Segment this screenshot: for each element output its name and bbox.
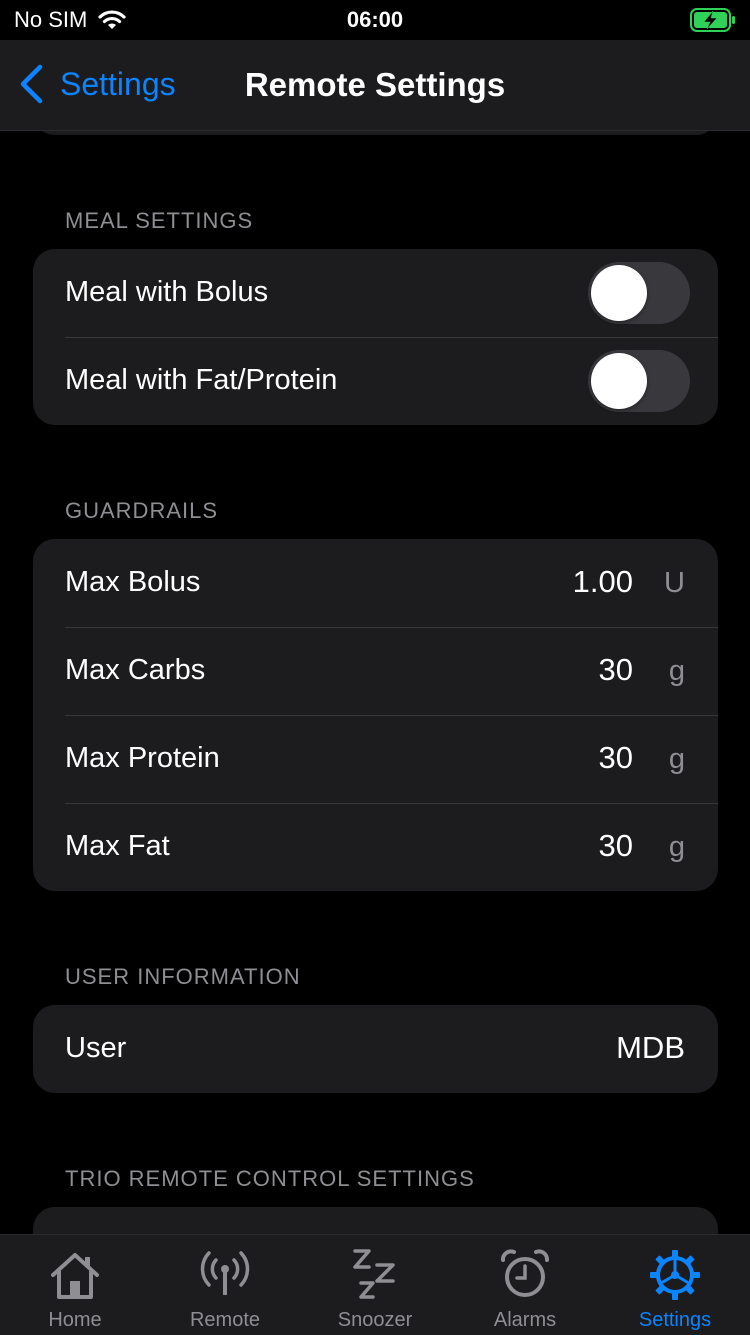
tab-remote[interactable]: Remote <box>150 1235 300 1335</box>
max-carbs-number: 30 <box>598 652 633 687</box>
user-label: User <box>65 1032 127 1064</box>
max-fat-unit: g <box>668 831 685 863</box>
previous-section-card <box>33 131 718 135</box>
meal-with-bolus-toggle[interactable] <box>588 262 690 324</box>
tab-alarms-label: Alarms <box>493 1309 557 1331</box>
meal-with-bolus-label: Meal with Bolus <box>65 276 269 308</box>
antenna-icon <box>200 1251 250 1295</box>
max-carbs-label: Max Carbs <box>65 654 206 686</box>
tab-snoozer[interactable]: Snoozer <box>300 1235 450 1335</box>
max-carbs-row[interactable]: Max Carbs 30 g <box>33 627 718 715</box>
max-protein-unit: g <box>668 743 685 775</box>
trio-settings-card <box>33 1207 718 1234</box>
max-fat-label: Max Fat <box>65 830 170 862</box>
status-time: 06:00 <box>346 7 404 32</box>
tab-snoozer-label: Snoozer <box>337 1309 413 1331</box>
meal-with-fat-protein-label: Meal with Fat/Protein <box>65 364 338 396</box>
meal-with-fat-protein-row: Meal with Fat/Protein <box>33 337 718 425</box>
user-row[interactable]: User MDB <box>33 1005 718 1093</box>
alarm-clock-icon <box>501 1249 549 1297</box>
gear-icon <box>650 1250 700 1300</box>
guardrails-card: Max Bolus 1.00 U Max Carbs 30 g Max Prot… <box>33 539 718 891</box>
house-icon <box>51 1253 99 1299</box>
section-header-guardrails: GUARDRAILS <box>65 498 219 523</box>
max-bolus-value[interactable]: 1.00 U <box>573 564 685 600</box>
tab-home[interactable]: Home <box>0 1235 150 1335</box>
toggle-knob <box>591 265 647 321</box>
max-bolus-row[interactable]: Max Bolus 1.00 U <box>33 539 718 627</box>
max-carbs-value[interactable]: 30 g <box>599 652 685 688</box>
tab-settings-label: Settings <box>638 1309 712 1331</box>
zzz-icon <box>353 1249 395 1299</box>
page-title-text: Remote Settings <box>244 66 506 103</box>
max-bolus-number: 1.00 <box>572 564 633 599</box>
max-protein-label: Max Protein <box>65 742 220 774</box>
tab-remote-label: Remote <box>189 1309 261 1331</box>
user-value: MDB <box>616 1030 685 1065</box>
max-fat-row[interactable]: Max Fat 30 g <box>33 803 718 891</box>
status-bar: No SIM 06:00 <box>0 0 750 40</box>
max-bolus-unit: U <box>664 567 685 599</box>
page-title: Remote Settings <box>0 66 750 104</box>
meal-with-fat-protein-toggle[interactable] <box>588 350 690 412</box>
section-header-meal: MEAL SETTINGS <box>65 208 254 233</box>
tab-settings[interactable]: Settings <box>600 1235 750 1335</box>
settings-list[interactable]: MEAL SETTINGS Meal with Bolus Meal with … <box>0 131 750 1234</box>
meal-settings-card: Meal with Bolus Meal with Fat/Protein <box>33 249 718 425</box>
max-protein-number: 30 <box>598 740 633 775</box>
battery-charging-icon <box>690 8 736 37</box>
max-bolus-label: Max Bolus <box>65 566 201 598</box>
meal-with-bolus-row: Meal with Bolus <box>33 249 718 337</box>
max-fat-number: 30 <box>598 828 633 863</box>
tab-bar: Home Remote Snoozer Alarms Settings <box>0 1234 750 1335</box>
toggle-knob <box>591 353 647 409</box>
section-header-trio: TRIO REMOTE CONTROL SETTINGS <box>65 1166 475 1191</box>
tab-home-label: Home <box>48 1309 102 1331</box>
max-protein-value[interactable]: 30 g <box>599 740 685 776</box>
max-fat-value[interactable]: 30 g <box>599 828 685 864</box>
max-protein-row[interactable]: Max Protein 30 g <box>33 715 718 803</box>
tab-alarms[interactable]: Alarms <box>450 1235 600 1335</box>
max-carbs-unit: g <box>668 655 685 687</box>
navigation-bar: Settings Remote Settings <box>0 40 750 131</box>
user-info-card: User MDB <box>33 1005 718 1093</box>
section-header-user-info: USER INFORMATION <box>65 964 301 989</box>
